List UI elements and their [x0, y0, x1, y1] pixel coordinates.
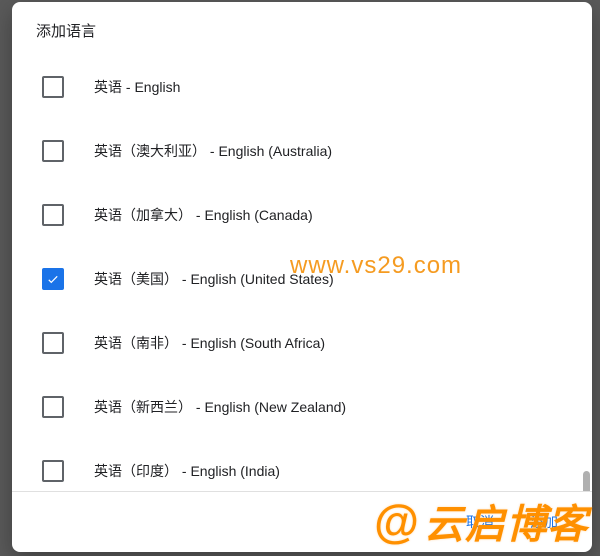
language-option-english-canada[interactable]: 英语（加拿大） - English (Canada) [42, 187, 568, 243]
language-option-english-australia[interactable]: 英语（澳大利亚） - English (Australia) [42, 123, 568, 179]
language-label: 英语（澳大利亚） - English (Australia) [94, 141, 332, 161]
language-label: 英语（南非） - English (South Africa) [94, 333, 325, 353]
language-label: 英语（美国） - English (United States) [94, 269, 334, 289]
add-language-dialog: 添加语言 英语 - English 英语（澳大利亚） - English (Au… [12, 2, 592, 552]
language-option-english-india[interactable]: 英语（印度） - English (India) [42, 443, 568, 491]
language-option-english-south-africa[interactable]: 英语（南非） - English (South Africa) [42, 315, 568, 371]
scrollbar-thumb[interactable] [583, 471, 590, 491]
cancel-button[interactable]: 取消 [460, 511, 500, 533]
checkbox-icon[interactable] [42, 76, 64, 98]
checkbox-icon[interactable] [42, 204, 64, 226]
confirm-button[interactable]: 添加 [524, 511, 564, 533]
checkbox-icon[interactable] [42, 268, 64, 290]
dialog-footer: 取消 添加 [12, 491, 592, 552]
language-option-english-us[interactable]: 英语（美国） - English (United States) [42, 251, 568, 307]
language-label: 英语（印度） - English (India) [94, 461, 280, 481]
checkbox-icon[interactable] [42, 460, 64, 482]
checkbox-icon[interactable] [42, 140, 64, 162]
language-label: 英语（加拿大） - English (Canada) [94, 205, 313, 225]
language-label: 英语 - English [94, 77, 180, 97]
language-list[interactable]: 英语 - English 英语（澳大利亚） - English (Austral… [12, 51, 592, 491]
checkbox-icon[interactable] [42, 396, 64, 418]
dialog-title: 添加语言 [12, 2, 592, 51]
checkbox-icon[interactable] [42, 332, 64, 354]
language-option-english-new-zealand[interactable]: 英语（新西兰） - English (New Zealand) [42, 379, 568, 435]
language-label: 英语（新西兰） - English (New Zealand) [94, 397, 346, 417]
language-option-english[interactable]: 英语 - English [42, 59, 568, 115]
